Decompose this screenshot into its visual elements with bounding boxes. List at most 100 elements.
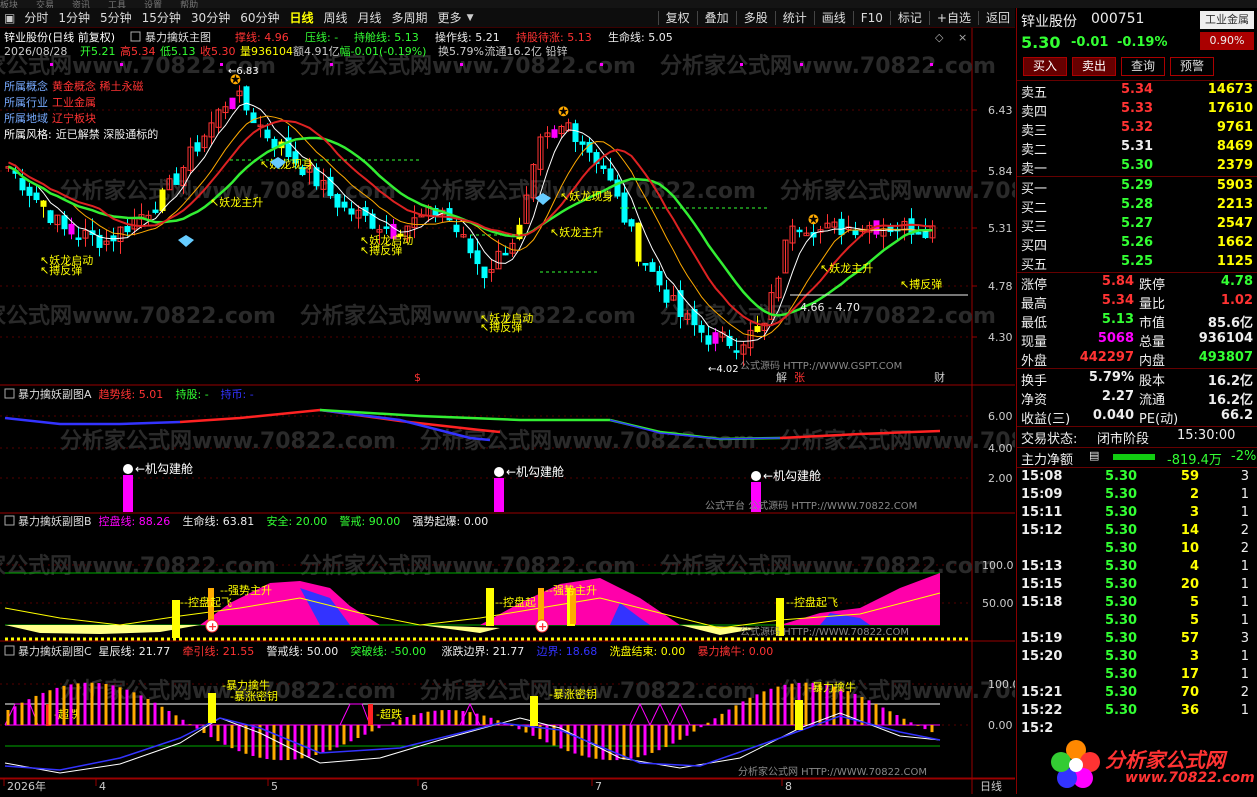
menu-item[interactable]: 工具 [108, 1, 126, 8]
candle-body [467, 238, 474, 254]
order-volume: 5903 [1216, 178, 1253, 193]
order-volume: 9761 [1216, 120, 1253, 135]
tick-count: 3 [1240, 469, 1249, 484]
order-row: 卖四 5.33 17610 [1017, 100, 1257, 120]
period-tab[interactable]: 多周期 [387, 9, 433, 26]
low-area [5, 625, 760, 635]
trade-button[interactable]: 查询 [1121, 57, 1165, 76]
stat-value: 5.84 [1101, 274, 1134, 289]
toolbar-action[interactable]: 画线 [817, 9, 851, 26]
tick-count: 2 [1240, 541, 1249, 556]
candle-body [264, 129, 271, 139]
trade-button[interactable]: 买入 [1023, 57, 1067, 76]
toolbar-action[interactable]: 统计 [778, 9, 812, 26]
period-tab[interactable]: 60分钟 [235, 9, 284, 26]
indicator-field: 暴力擒牛: 0.00 [698, 644, 774, 658]
tick-row: 15:18 5.30 5 1 [1017, 594, 1257, 612]
order-price: 5.32 [1121, 120, 1154, 135]
candle-body [656, 270, 663, 286]
order-volume: 2379 [1216, 158, 1253, 173]
toolbar-action[interactable]: 复权 [661, 9, 695, 26]
credit-text: 公式源码 HTTP://WWW.70822.COM [740, 625, 909, 638]
watermark-text: 分析家公式网www.70822.com [660, 553, 996, 579]
indicator-field: 边界: 18.68 [537, 645, 598, 658]
period-tab[interactable]: 5分钟 [95, 9, 137, 26]
signal-dot [460, 63, 463, 66]
price-axis-label: 5.84 [988, 165, 1013, 178]
event-marker: $ [414, 371, 421, 384]
signal-bar [123, 475, 133, 512]
order-price: 5.28 [1121, 197, 1154, 212]
sector-info: 所属概念 黄金概念 稀土永磁 [4, 79, 144, 93]
date-axis-label: 2026年 [7, 779, 46, 793]
date-axis-label: 4 [99, 780, 106, 793]
order-row: 卖五 5.34 14673 [1017, 81, 1257, 101]
menu-icon[interactable]: ▤ [1089, 449, 1099, 462]
tick-price: 5.30 [1105, 649, 1138, 664]
toolbar-action[interactable]: +自选 [932, 9, 976, 26]
stock-code: 000751 [1091, 11, 1145, 27]
candle-body [705, 335, 712, 345]
period-tab[interactable]: 月线 [353, 9, 387, 26]
event-marker: 张 [794, 371, 805, 384]
menu-item[interactable]: 板块 [0, 1, 18, 8]
period-tab[interactable]: 周线 [319, 9, 353, 26]
more-arrow-icon[interactable]: ▼ [467, 13, 474, 23]
order-volume: 17610 [1207, 101, 1253, 116]
stat-row: 换手 5.79% 股本 16.2亿 [1017, 369, 1257, 389]
chart-svg[interactable]: 分析家公式网www.70822.com 分析家公式网www.70822.com 分析… [0, 28, 1116, 794]
diamond-icon [178, 235, 194, 247]
subB-axis-label: 100.0 [982, 559, 1014, 572]
period-tab[interactable]: 1分钟 [53, 9, 95, 26]
order-volume: 14673 [1207, 82, 1253, 97]
tick-row: 15:15 5.30 20 1 [1017, 576, 1257, 594]
stat-label: 市值 [1139, 316, 1166, 331]
credit-text: 分析家公式网 HTTP://WWW.70822.COM [738, 765, 927, 778]
period-tab[interactable]: 15分钟 [137, 9, 186, 26]
candle-body [915, 231, 922, 235]
signal-tag: ←机勾建舱 [506, 465, 564, 479]
trade-button[interactable]: 卖出 [1072, 57, 1116, 76]
candle-body [152, 209, 159, 213]
badge-pct: 0.90% [1200, 32, 1254, 50]
signal-tag: ←机勾建舱 [135, 462, 193, 476]
signal-dot [800, 63, 803, 66]
toolbar-action[interactable]: 返回 [981, 9, 1015, 26]
toolbar-action[interactable]: 多股 [739, 9, 773, 26]
ohlc-field: 流通16.2亿 铅锌 [485, 44, 568, 58]
order-row: 买一 5.29 5903 [1017, 177, 1257, 197]
trade-button[interactable]: 预警 [1170, 57, 1214, 76]
toolbar-action[interactable]: F10 [856, 11, 888, 25]
tick-volume: 4 [1189, 559, 1199, 574]
fullscreen-icon[interactable]: ▣ [0, 11, 19, 25]
tick-time: 15:18 [1021, 595, 1063, 610]
candle-body [579, 141, 586, 145]
quote-panel: 锌业股份 000751 工业金属 5.30 -0.01 -0.19% 0.90%… [1016, 8, 1257, 794]
menu-item[interactable]: 交易 [36, 1, 54, 8]
signal-tag: --控盘起 [495, 595, 536, 609]
order-label: 卖五 [1021, 86, 1048, 101]
menu-item[interactable]: 资讯 [72, 1, 90, 8]
toolbar-action[interactable]: 叠加 [700, 9, 734, 26]
toolbar-divider [852, 10, 854, 25]
order-price: 5.25 [1121, 254, 1154, 269]
period-tab[interactable]: 日线 [284, 9, 318, 26]
period-tab[interactable]: 分时 [19, 9, 53, 26]
collapse-icon: ◇ [935, 31, 944, 44]
sector-badge[interactable]: 工业金属 [1200, 11, 1254, 29]
watermark-text: 分析家公式网www.70822.com [60, 428, 396, 454]
signal-bar [208, 693, 216, 723]
logo-url: www.70822.com [1125, 770, 1255, 786]
toolbar-action[interactable]: 标记 [893, 9, 927, 26]
indicator-field: 警戒线: 50.00 [267, 644, 339, 658]
period-tab[interactable]: 30分钟 [186, 9, 235, 26]
signal-tag: -超跌 [376, 707, 402, 721]
period-tab[interactable]: 更多 [433, 9, 467, 26]
candle-body [600, 165, 607, 170]
tick-volume: 10 [1180, 541, 1199, 556]
candle-body [754, 326, 761, 332]
menu-item[interactable]: 帮助 [180, 1, 198, 8]
menu-item[interactable]: 设置 [144, 1, 162, 8]
tick-row: 5.30 17 1 [1017, 666, 1257, 684]
price-axis-label: 4.78 [988, 280, 1013, 293]
